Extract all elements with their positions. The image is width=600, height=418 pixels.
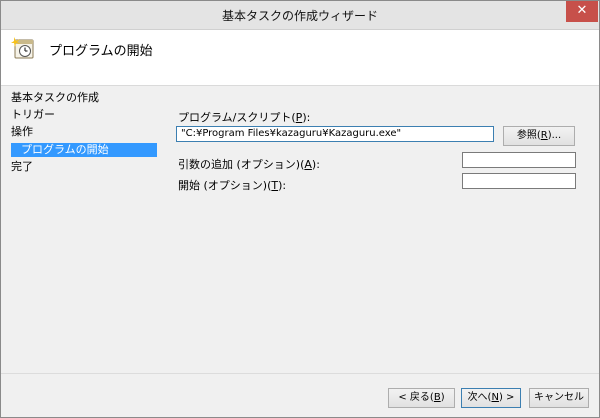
wizard-window: 基本タスクの作成ウィザード ✕ プログラムの開始 基本タスクの作成 トリガー 操… bbox=[0, 0, 600, 418]
arguments-label: 引数の追加 (オプション)(A): bbox=[178, 158, 320, 171]
program-script-label: プログラム/スクリプト(P): bbox=[178, 111, 311, 124]
step-create-basic-task[interactable]: 基本タスクの作成 bbox=[11, 91, 99, 105]
program-script-input[interactable]: "C:¥Program Files¥kazaguru¥Kazaguru.exe" bbox=[176, 126, 494, 142]
close-icon[interactable]: ✕ bbox=[566, 1, 598, 22]
step-start-program[interactable]: プログラムの開始 bbox=[11, 143, 157, 157]
cancel-button[interactable]: キャンセル bbox=[529, 388, 589, 408]
window-title: 基本タスクの作成ウィザード bbox=[221, 9, 378, 23]
page-header: プログラムの開始 bbox=[1, 30, 599, 86]
step-action[interactable]: 操作 bbox=[11, 125, 33, 139]
start-in-input[interactable] bbox=[462, 173, 576, 189]
footer-divider bbox=[1, 373, 599, 374]
task-clock-icon bbox=[11, 37, 34, 59]
step-trigger[interactable]: トリガー bbox=[11, 108, 55, 122]
start-in-label: 開始 (オプション)(T): bbox=[178, 179, 287, 192]
browse-button[interactable]: 参照(R)... bbox=[503, 126, 575, 146]
next-button[interactable]: 次へ(N) > bbox=[461, 388, 521, 408]
title-bar[interactable]: 基本タスクの作成ウィザード ✕ bbox=[1, 1, 599, 30]
step-finish[interactable]: 完了 bbox=[11, 160, 33, 174]
arguments-input[interactable] bbox=[462, 152, 576, 168]
back-button[interactable]: < 戻る(B) bbox=[388, 388, 455, 408]
page-title: プログラムの開始 bbox=[49, 44, 153, 59]
